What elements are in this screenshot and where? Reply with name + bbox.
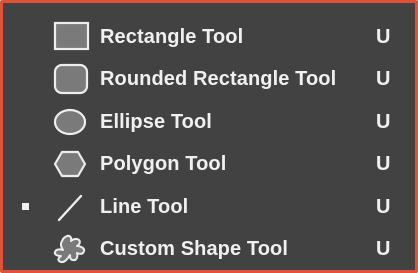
shortcut-key: U [376,111,391,133]
line-icon [50,190,92,224]
rectangle-icon [50,20,92,54]
active-tool-indicator [22,203,29,210]
menu-item-label: Polygon Tool [100,153,227,175]
menu-item-rounded-rectangle-tool[interactable]: Rounded Rectangle Tool U [3,59,415,101]
menu-item-label: Rectangle Tool [100,26,244,48]
ellipse-icon [50,105,92,139]
menu-item-custom-shape-tool[interactable]: Custom Shape Tool U [3,229,415,271]
shortcut-key: U [376,196,391,218]
shortcut-key: U [376,26,391,48]
menu-item-line-tool[interactable]: Line Tool U [3,187,415,229]
rounded-rectangle-icon [50,62,92,96]
menu-item-polygon-tool[interactable]: Polygon Tool U [3,144,415,186]
shortcut-key: U [376,68,391,90]
menu-item-label: Ellipse Tool [100,111,212,133]
shape-tool-menu: Rectangle Tool U Rounded Rectangle Tool … [0,0,418,273]
menu-item-label: Custom Shape Tool [100,238,288,260]
shortcut-key: U [376,238,391,260]
menu-item-ellipse-tool[interactable]: Ellipse Tool U [3,102,415,144]
custom-shape-icon [50,232,92,266]
menu-item-label: Rounded Rectangle Tool [100,68,337,90]
shortcut-key: U [376,153,391,175]
menu-item-label: Line Tool [100,196,189,218]
menu-item-rectangle-tool[interactable]: Rectangle Tool U [3,17,415,59]
polygon-icon [50,147,92,181]
